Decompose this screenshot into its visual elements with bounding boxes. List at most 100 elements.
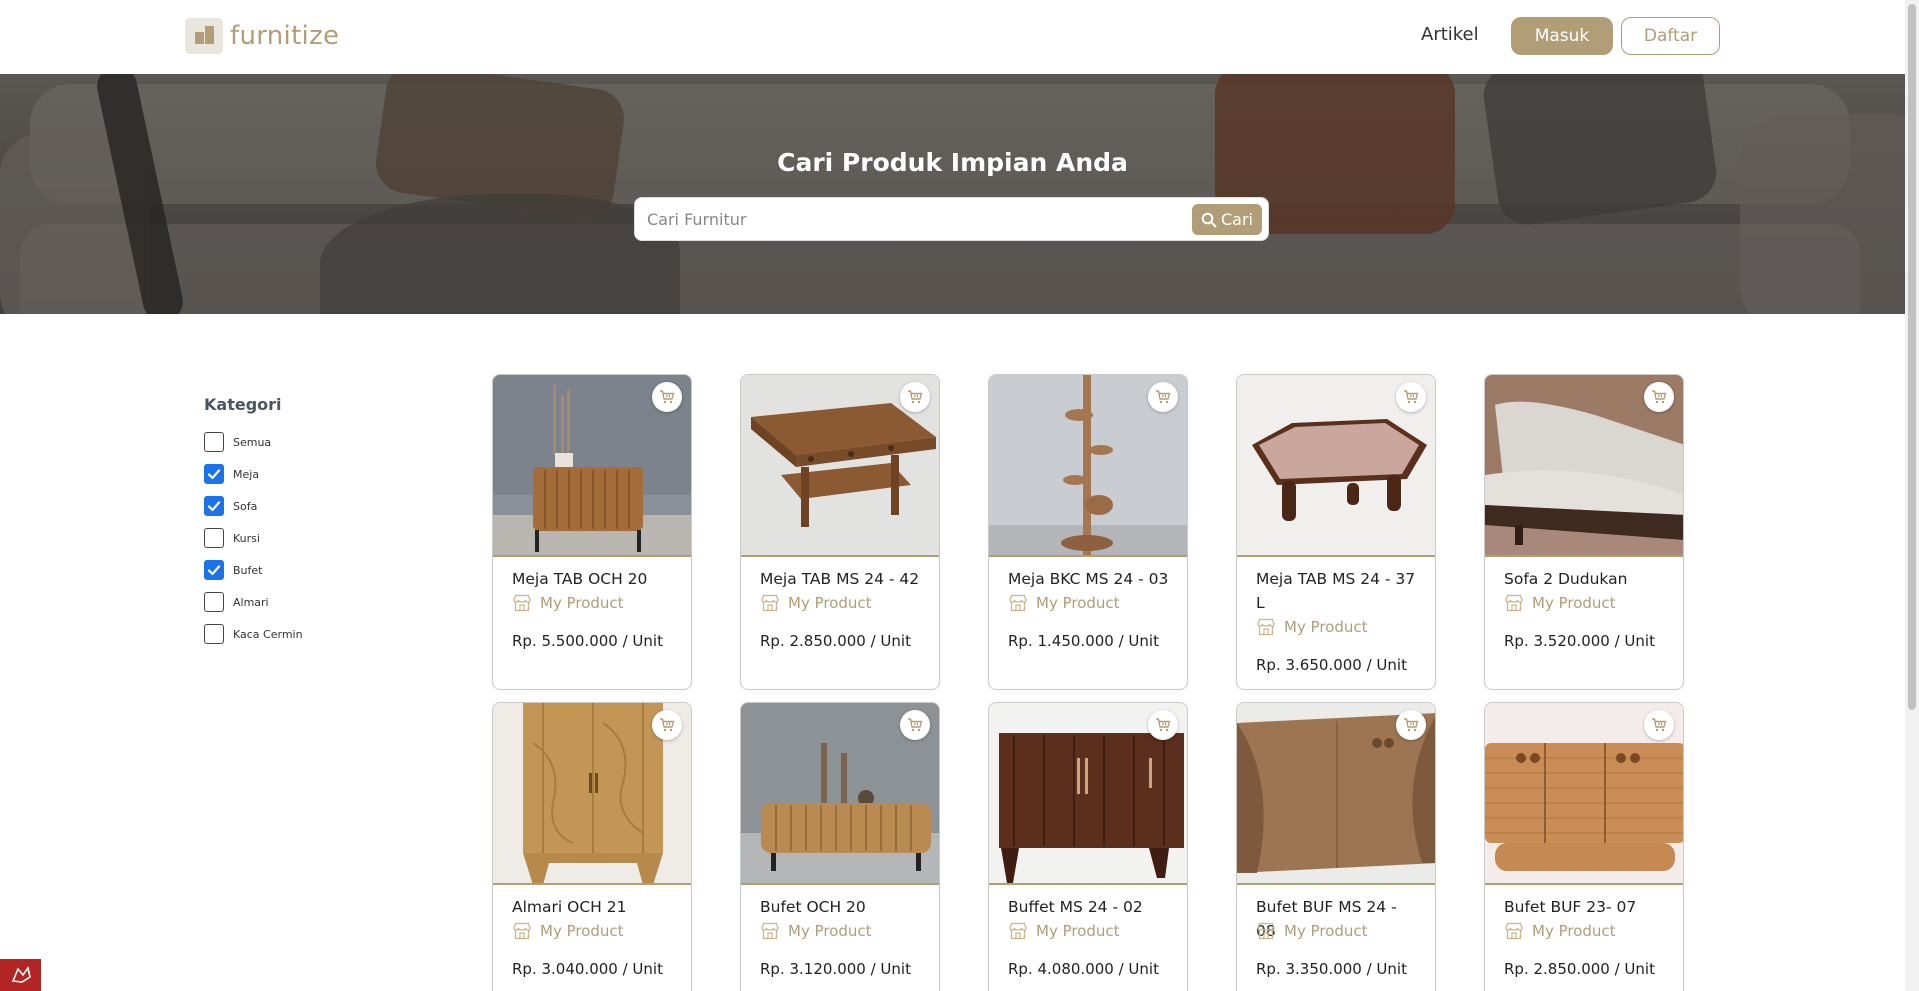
product-card[interactable]: Meja TAB MS 24 - 37 L My Product Rp. 3.650… [1236,374,1436,690]
store-name: My Product [540,922,624,940]
store-info: My Product [760,922,872,940]
store-icon [1505,922,1523,940]
store-icon [1009,594,1027,612]
framework-logo-icon [11,966,31,983]
add-to-cart-button[interactable] [1396,382,1426,412]
checkmark-icon [207,501,221,512]
product-name[interactable]: Bufet OCH 20 [760,895,925,919]
store-info: My Product [1008,922,1120,940]
product-name[interactable]: Meja BKC MS 24 - 03 [1008,567,1173,591]
category-checkbox[interactable] [204,464,224,484]
search-bar: Cari [634,197,1269,241]
category-checkbox[interactable] [204,592,224,612]
product-card[interactable]: Bufet BUF MS 24 - 08 My Product Rp. 3.350.… [1236,702,1436,991]
cart-icon [1156,390,1171,404]
category-checkbox[interactable] [204,560,224,580]
product-card[interactable]: Bufet OCH 20 My Product Rp. 3.120.000 / Un… [740,702,940,991]
store-name: My Product [1036,594,1120,612]
cart-icon [660,718,675,732]
category-item[interactable]: Sofa [204,490,384,522]
cart-icon [1404,390,1419,404]
category-item[interactable]: Kaca Cermin [204,618,384,650]
store-name: My Product [1036,922,1120,940]
product-name[interactable]: Sofa 2 Dudukan [1504,567,1669,591]
add-to-cart-button[interactable] [1148,382,1178,412]
store-icon [761,922,779,940]
category-label: Sofa [233,499,258,513]
page-scrollbar[interactable] [1905,0,1919,991]
login-button[interactable]: Masuk [1511,17,1613,55]
product-price: Rp. 3.350.000 / Unit [1256,960,1407,978]
product-card[interactable]: Meja TAB OCH 20 My Product Rp. 5.500.000 /… [492,374,692,690]
scrollbar-thumb[interactable] [1908,4,1916,710]
cart-icon [1652,718,1667,732]
store-info: My Product [1256,922,1368,940]
search-icon [1201,212,1217,227]
store-info: My Product [1504,922,1616,940]
store-name: My Product [1284,922,1368,940]
cart-icon [908,718,923,732]
product-card[interactable]: Almari OCH 21 My Product Rp. 3.040.000 / U… [492,702,692,991]
product-card[interactable]: Meja BKC MS 24 - 03 My Product Rp. 1.450.0… [988,374,1188,690]
product-price: Rp. 4.080.000 / Unit [1008,960,1159,978]
product-name[interactable]: Bufet BUF 23- 07 [1504,895,1669,919]
add-to-cart-button[interactable] [652,710,682,740]
store-icon [513,922,531,940]
product-name[interactable]: Almari OCH 21 [512,895,677,919]
product-card[interactable]: Meja TAB MS 24 - 42 My Product Rp. 2.850.0… [740,374,940,690]
category-checkbox[interactable] [204,528,224,548]
logo-icon [185,18,223,54]
product-card[interactable]: Sofa 2 Dudukan My Product Rp. 3.520.000 / … [1484,374,1684,690]
product-name[interactable]: Meja TAB OCH 20 [512,567,677,591]
store-info: My Product [760,594,872,612]
nav-artikel-link[interactable]: Artikel [1421,24,1479,45]
register-button[interactable]: Daftar [1621,17,1720,55]
product-price: Rp. 3.040.000 / Unit [512,960,663,978]
brand-logo[interactable]: furnitize [185,18,339,54]
add-to-cart-button[interactable] [652,382,682,412]
add-to-cart-button[interactable] [1148,710,1178,740]
store-name: My Product [540,594,624,612]
category-item[interactable]: Kursi [204,522,384,554]
debug-badge[interactable] [0,959,41,991]
category-item[interactable]: Bufet [204,554,384,586]
category-filter: Kategori Semua Meja Sofa Kursi Bufet Almari Ka… [204,395,384,650]
add-to-cart-button[interactable] [1644,382,1674,412]
category-checkbox[interactable] [204,624,224,644]
checkmark-icon [207,565,221,576]
product-name[interactable]: Buffet MS 24 - 02 [1008,895,1173,919]
store-name: My Product [788,594,872,612]
category-item[interactable]: Meja [204,458,384,490]
hero-banner: Cari Produk Impian Anda Cari [0,74,1905,314]
search-input[interactable] [647,198,1167,240]
product-name[interactable]: Meja TAB MS 24 - 42 [760,567,925,591]
add-to-cart-button[interactable] [900,382,930,412]
cart-icon [908,390,923,404]
store-icon [1257,618,1275,636]
checkmark-icon [207,469,221,480]
cart-icon [1652,390,1667,404]
product-name[interactable]: Meja TAB MS 24 - 37 L [1256,567,1421,615]
product-price: Rp. 2.850.000 / Unit [760,632,911,650]
category-item[interactable]: Semua [204,426,384,458]
cart-icon [1404,718,1419,732]
add-to-cart-button[interactable] [1644,710,1674,740]
store-icon [1505,594,1523,612]
product-price: Rp. 2.850.000 / Unit [1504,960,1655,978]
add-to-cart-button[interactable] [1396,710,1426,740]
product-card[interactable]: Buffet MS 24 - 02 My Product Rp. 4.080.000… [988,702,1188,991]
cart-icon [660,390,675,404]
product-price: Rp. 3.520.000 / Unit [1504,632,1655,650]
product-price: Rp. 3.120.000 / Unit [760,960,911,978]
search-button[interactable]: Cari [1192,204,1262,235]
category-checkbox[interactable] [204,496,224,516]
add-to-cart-button[interactable] [900,710,930,740]
logo-text: furnitize [230,21,340,51]
category-item[interactable]: Almari [204,586,384,618]
product-card[interactable]: Bufet BUF 23- 07 My Product Rp. 2.850.000 … [1484,702,1684,991]
store-name: My Product [1532,594,1616,612]
category-label: Almari [233,595,269,609]
top-navbar: furnitize Artikel Masuk Daftar [0,0,1905,74]
category-checkbox[interactable] [204,432,224,452]
hero-title: Cari Produk Impian Anda [777,148,1128,177]
